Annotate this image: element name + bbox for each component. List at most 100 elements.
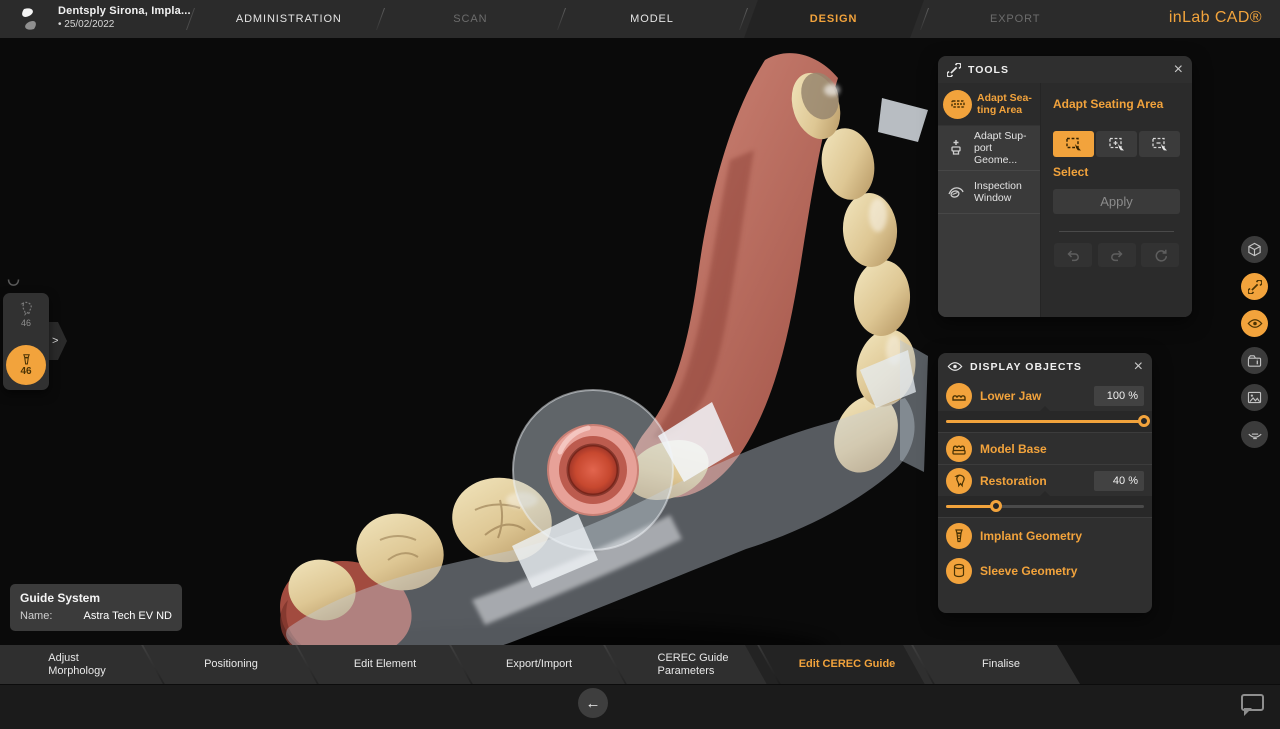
step-cerec-guide-parameters[interactable]: CEREC GuideParameters	[616, 645, 770, 684]
wrench-icon	[947, 63, 961, 77]
bottom-step-bar: AdjustMorphology Positioning Edit Elemen…	[0, 645, 1280, 684]
display-panel-header: DISPLAY OBJECTS ×	[938, 353, 1152, 380]
image-icon	[1247, 391, 1262, 404]
lower-jaw-slider[interactable]	[938, 411, 1152, 432]
dentsply-sirona-logo	[16, 6, 42, 32]
tab-scan[interactable]: SCAN	[380, 0, 562, 38]
selection-mode-buttons	[1053, 131, 1180, 157]
inlab-cad-window: Dentsply Sirona, Impla... • 25/02/2022 A…	[0, 0, 1280, 729]
phase-tabs: ADMINISTRATION SCAN MODEL DESIGN EXPORT	[198, 0, 1106, 38]
guide-system-box: Guide System Name: Astra Tech EV ND	[10, 584, 182, 631]
screenshot-button[interactable]	[1241, 384, 1268, 411]
crown-ghost-icon	[17, 300, 35, 317]
lower-jaw-icon[interactable]	[946, 383, 972, 409]
restoration-value[interactable]: 40 %	[1094, 471, 1144, 491]
model-base-label: Model Base	[980, 442, 1144, 456]
toolbox-expand-button[interactable]: >	[49, 322, 67, 360]
eye-icon	[1247, 318, 1263, 329]
row-sleeve-geometry: Sleeve Geometry	[938, 553, 1152, 588]
back-button[interactable]: ←	[578, 688, 608, 718]
case-details-button[interactable]	[1241, 347, 1268, 374]
display-close-icon[interactable]: ×	[1134, 359, 1143, 375]
detail-title: Adapt Seating Area	[1053, 97, 1180, 111]
adapt-seating-area-icon	[943, 90, 972, 119]
implant-number: 46	[20, 367, 31, 377]
guide-name-value: Astra Tech EV ND	[84, 610, 172, 622]
app-brand: inLab CAD®	[1169, 9, 1262, 27]
tools-panel-header: TOOLS ×	[938, 56, 1192, 83]
select-label: Select	[1053, 165, 1180, 179]
step-edit-element[interactable]: Edit Element	[308, 645, 462, 684]
tools-close-icon[interactable]: ×	[1174, 62, 1183, 78]
tool-item-adapt-seating-area[interactable]: Adapt Sea-ting Area	[938, 83, 1040, 126]
lower-jaw-label: Lower Jaw	[980, 389, 1086, 403]
eye-icon	[947, 361, 963, 372]
restoration-icon[interactable]	[946, 468, 972, 494]
inspection-window-icon	[943, 185, 969, 199]
restoration-label: Restoration	[980, 474, 1086, 488]
case-name: Dentsply Sirona, Impla...	[58, 5, 191, 17]
display-objects-toggle-button[interactable]	[1241, 310, 1268, 337]
lower-jaw-slider-knob[interactable]	[1138, 415, 1150, 427]
dental-arch-model	[260, 40, 950, 665]
tools-panel: TOOLS × Adapt Sea-ting Area Adapt Sup-po…	[938, 56, 1192, 317]
chat-icon[interactable]	[1241, 694, 1264, 711]
model-viewport[interactable]	[260, 40, 950, 665]
guide-system-title: Guide System	[20, 591, 172, 605]
tab-export[interactable]: EXPORT	[924, 0, 1106, 38]
row-implant-geometry: Implant Geometry	[938, 518, 1152, 553]
restoration-slider[interactable]	[938, 496, 1152, 517]
guide-name-label: Name:	[20, 610, 52, 622]
step-adjust-morphology[interactable]: AdjustMorphology	[0, 645, 154, 684]
tab-model[interactable]: MODEL	[561, 0, 743, 38]
tools-nav: Adapt Sea-ting Area Adapt Sup-port Geome…	[938, 83, 1041, 317]
back-arrow-icon: ←	[586, 695, 601, 712]
tool-item-inspection-window[interactable]: InspectionWindow	[938, 171, 1040, 214]
model-base-icon[interactable]	[946, 436, 972, 462]
cube-icon	[1247, 242, 1262, 257]
step-positioning[interactable]: Positioning	[154, 645, 308, 684]
display-objects-panel: DISPLAY OBJECTS × Lower Jaw 100 % Model …	[938, 353, 1152, 613]
slider-notch	[1040, 491, 1050, 496]
tooth-46-restoration-item[interactable]: 46	[17, 300, 35, 328]
case-date: • 25/02/2022	[58, 19, 191, 30]
lower-jaw-value[interactable]: 100 %	[1094, 386, 1144, 406]
tooth-number: 46	[21, 318, 31, 328]
case-selector[interactable]: Dentsply Sirona, Impla... • 25/02/2022	[58, 5, 191, 30]
restoration-slider-track[interactable]	[946, 505, 1144, 508]
step-finalise[interactable]: Finalise	[924, 645, 1078, 684]
row-model-base: Model Base	[938, 433, 1152, 464]
footer-bar: ←	[0, 684, 1280, 729]
redo-button[interactable]	[1098, 243, 1136, 267]
implant-geometry-icon[interactable]	[946, 523, 972, 549]
slider-notch	[1040, 406, 1050, 411]
select-remove-mode-button[interactable]	[1139, 131, 1180, 157]
top-bar: Dentsply Sirona, Impla... • 25/02/2022 A…	[0, 0, 1280, 38]
implant-sleeve	[548, 425, 638, 515]
sleeve-geometry-icon[interactable]	[946, 558, 972, 584]
undo-button[interactable]	[1054, 243, 1092, 267]
step-export-import[interactable]: Export/Import	[462, 645, 616, 684]
restoration-slider-knob[interactable]	[990, 500, 1002, 512]
history-buttons	[1053, 243, 1180, 267]
wrench-icon	[1248, 280, 1262, 294]
jaw-ghost-icon	[6, 278, 21, 289]
implant-icon	[20, 353, 33, 367]
tab-administration[interactable]: ADMINISTRATION	[198, 0, 380, 38]
right-toolbar	[1241, 236, 1268, 448]
implant-46-item[interactable]: 46	[6, 345, 46, 385]
apply-button[interactable]: Apply	[1053, 189, 1180, 214]
step-edit-cerec-guide[interactable]: Edit CEREC Guide	[770, 645, 924, 684]
tool-item-adapt-support-geometry[interactable]: Adapt Sup-port Geome...	[938, 126, 1040, 171]
reset-button[interactable]	[1141, 243, 1179, 267]
lower-jaw-slider-track[interactable]	[946, 420, 1144, 423]
tab-design[interactable]: DESIGN	[743, 0, 925, 38]
hand-tray-icon	[1247, 429, 1263, 441]
tools-toggle-button[interactable]	[1241, 273, 1268, 300]
view-options-button[interactable]	[1241, 236, 1268, 263]
lower-jaw-slider-fill	[946, 420, 1144, 423]
select-mode-button[interactable]	[1053, 131, 1094, 157]
chevron-right-icon: >	[52, 335, 58, 347]
service-button[interactable]	[1241, 421, 1268, 448]
select-add-mode-button[interactable]	[1096, 131, 1137, 157]
